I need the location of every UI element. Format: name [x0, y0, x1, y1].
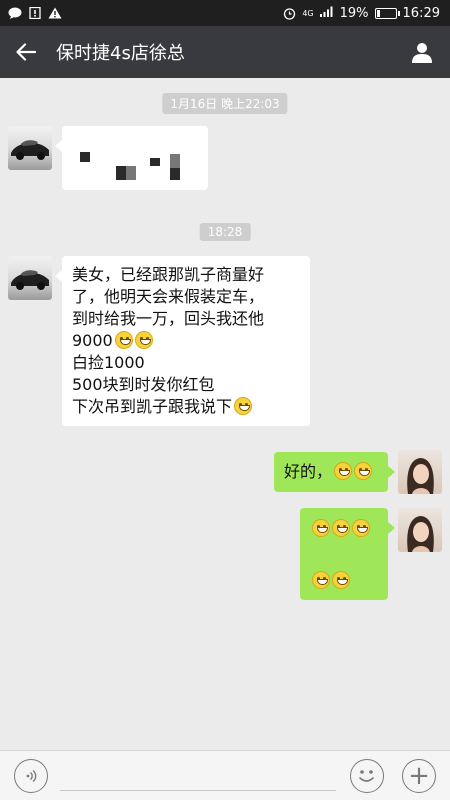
text-message[interactable]: 好的， — [274, 452, 395, 492]
smiley-icon — [359, 770, 374, 782]
message-line-row: 9000 — [72, 330, 300, 352]
profile-button[interactable] — [394, 26, 450, 78]
signal-icon — [319, 6, 334, 21]
pixel-block — [80, 152, 90, 162]
squint-emoji-icon — [332, 519, 350, 537]
pixel-block — [170, 154, 180, 168]
woman-portrait-icon — [407, 458, 434, 494]
timestamp: 18:28 — [199, 223, 251, 241]
alarm-icon — [282, 7, 296, 20]
network-label: 4G — [302, 8, 314, 18]
pixelated-image-message[interactable] — [55, 126, 208, 190]
heart-eyes-emoji-icon — [312, 571, 330, 589]
emoji-row — [310, 570, 378, 592]
message-text: 好的， — [284, 462, 333, 481]
car-avatar[interactable] — [8, 126, 52, 170]
message-line: 下次吊到凯子跟我说下 — [72, 397, 233, 416]
message-line: 9000 — [72, 331, 113, 350]
emoji-button[interactable] — [350, 759, 384, 793]
message-line: 了，他明天会来假装定车， — [72, 287, 265, 306]
squint-emoji-icon — [352, 519, 370, 537]
grin-emoji-icon — [114, 331, 133, 349]
squint-emoji-icon — [312, 519, 330, 537]
grin-emoji-icon — [234, 397, 253, 415]
girl-avatar[interactable] — [398, 508, 442, 552]
warning-icon — [48, 7, 62, 19]
pixel-block — [116, 166, 126, 180]
chat-area[interactable]: 1月16日 晚上22:03 18:28 美女，已经跟那凯子商量好 了，他明天会来… — [0, 78, 450, 750]
grin-emoji-icon — [332, 571, 350, 589]
arrow-left-icon — [16, 43, 36, 61]
kiss-emoji-icon — [354, 462, 373, 480]
message-line: 美女，已经跟那凯子商量好 — [72, 265, 265, 284]
back-button[interactable] — [0, 26, 52, 78]
person-icon — [412, 43, 432, 63]
text-message[interactable]: 美女，已经跟那凯子商量好 了，他明天会来假装定车， 到时给我一万，回头我还他 9… — [55, 256, 310, 426]
pixel-block — [170, 168, 180, 180]
plus-button[interactable]: + — [402, 759, 436, 793]
title-bar: 保时捷4s店徐总 — [0, 26, 450, 78]
timestamp: 1月16日 晚上22:03 — [162, 93, 288, 114]
message-line: 500块到时发你红包 — [72, 375, 215, 394]
message-line-row: 下次吊到凯子跟我说下 — [72, 396, 300, 418]
chat-title: 保时捷4s店徐总 — [56, 43, 185, 64]
battery-icon — [374, 7, 400, 19]
kiss-emoji-icon — [334, 462, 353, 480]
emoji-row — [310, 518, 378, 548]
pixel-block — [150, 158, 160, 166]
car-icon — [11, 140, 49, 160]
pixel-block — [126, 166, 136, 180]
input-bar: + — [0, 750, 450, 800]
car-avatar[interactable] — [8, 256, 52, 300]
car-icon — [11, 270, 49, 290]
notification-icon — [28, 6, 42, 20]
battery-percent: 19% — [339, 5, 369, 21]
status-bar: 4G 19% 16:29 — [0, 0, 450, 26]
status-time: 16:29 — [402, 5, 440, 21]
message-input[interactable] — [60, 763, 336, 791]
grin-emoji-icon — [134, 331, 153, 349]
emoji-message[interactable] — [300, 508, 395, 600]
woman-portrait-icon — [407, 516, 434, 552]
message-line: 到时给我一万，回头我还他 — [72, 309, 265, 328]
message-line: 白捡1000 — [72, 353, 145, 372]
plus-icon: + — [408, 761, 430, 791]
voice-icon — [26, 769, 37, 783]
voice-button[interactable] — [14, 759, 48, 793]
chat-icon — [8, 7, 22, 19]
girl-avatar[interactable] — [398, 450, 442, 494]
